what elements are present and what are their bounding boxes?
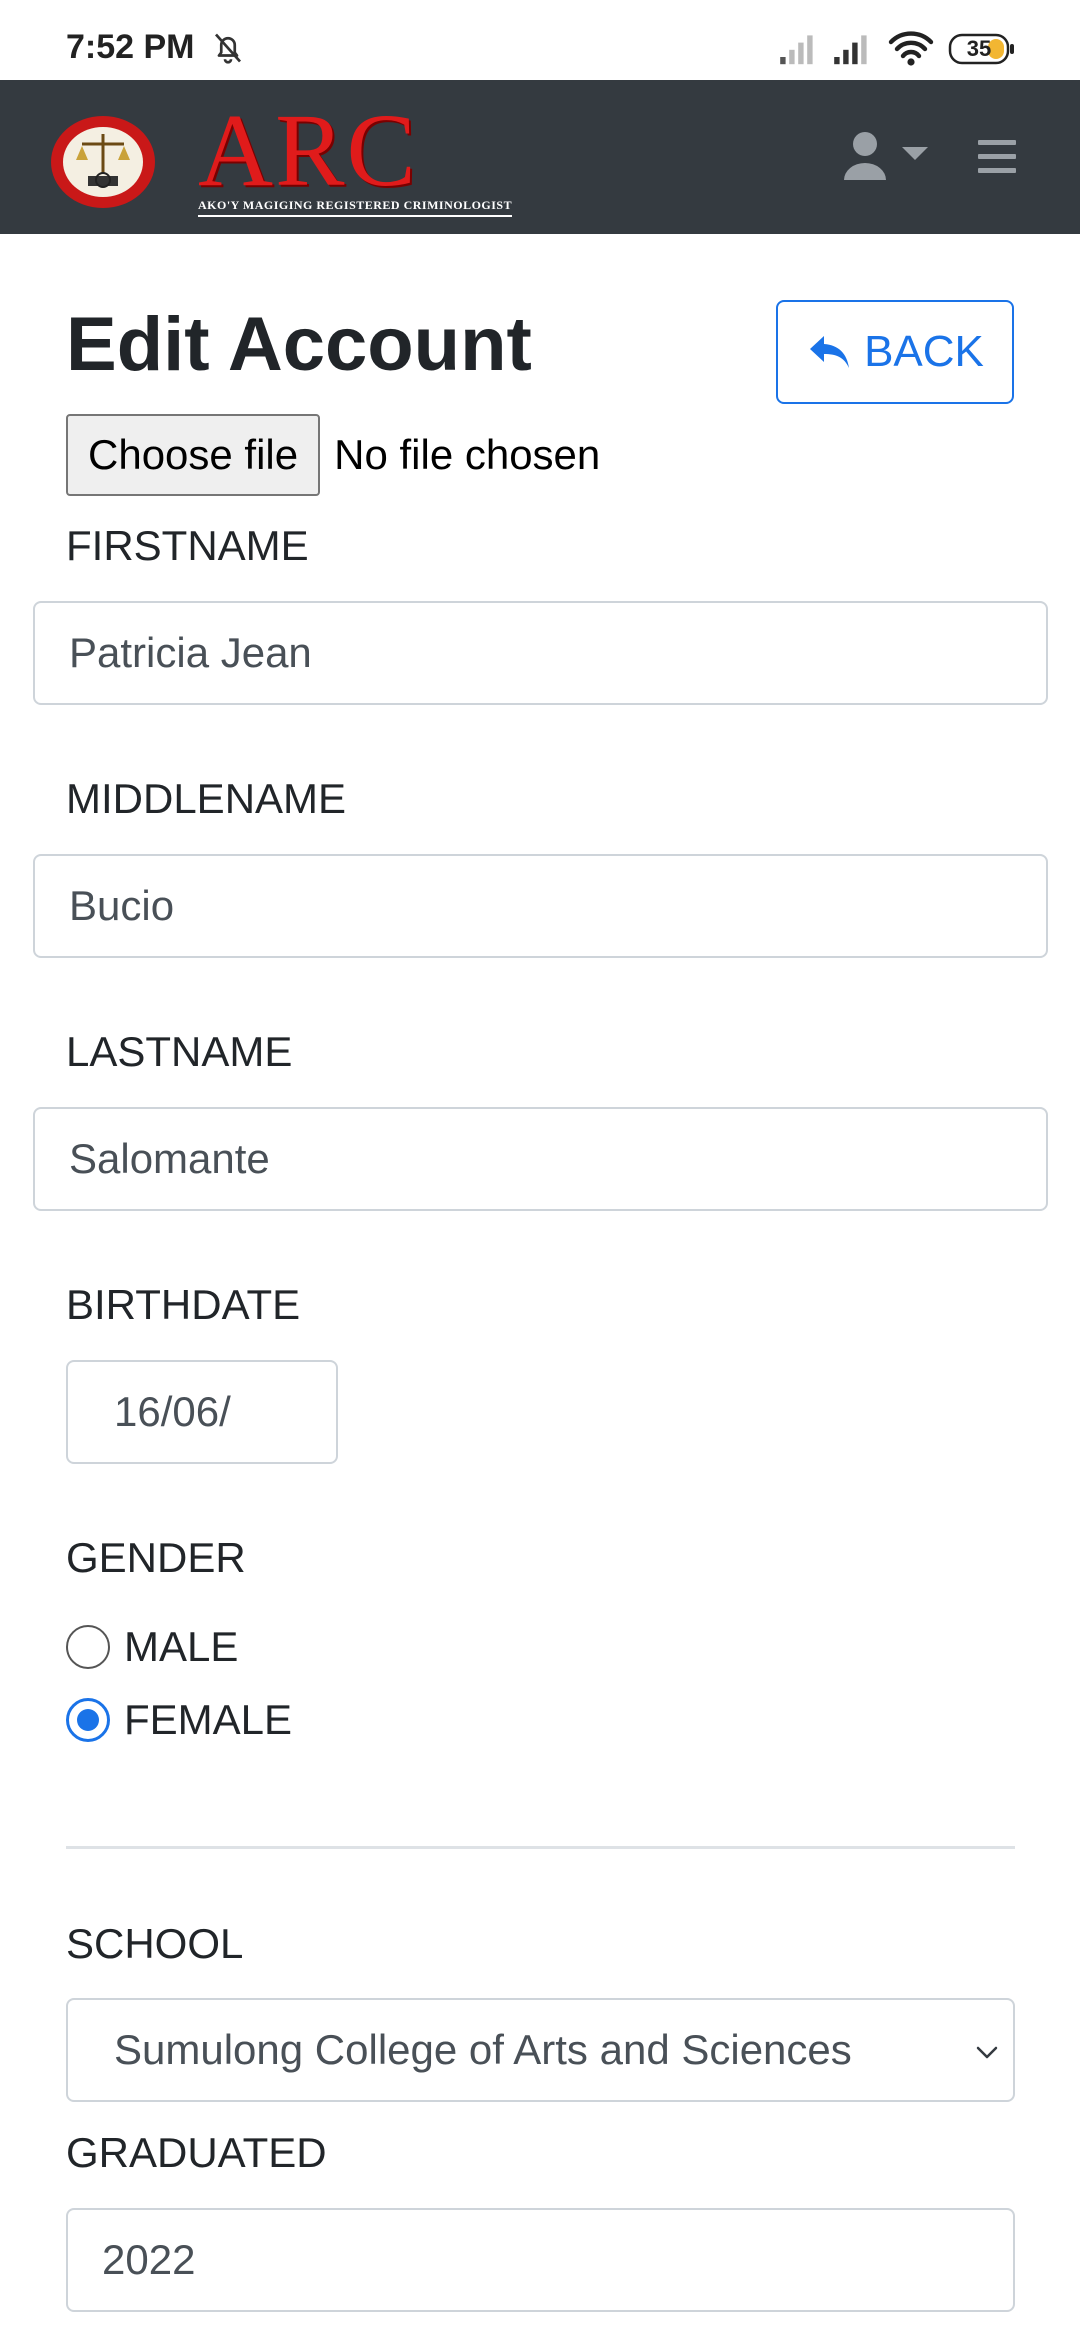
battery-level: 35: [966, 36, 992, 61]
signal-icon: [834, 35, 867, 65]
section-divider: [66, 1846, 1015, 1849]
firstname-label: FIRSTNAME: [66, 522, 309, 569]
navbar: ARC AKO'Y MAGIGING REGISTERED CRIMINOLOG…: [0, 80, 1080, 234]
school-selected-value: Sumulong College of Arts and Sciences: [114, 2026, 852, 2073]
wifi-icon: [888, 31, 934, 66]
bell-off-icon: [214, 33, 242, 64]
birthdate-label: BIRTHDATE: [66, 1281, 301, 1328]
reply-icon: [810, 336, 850, 368]
arc-logo[interactable]: ARC AKO'Y MAGIGING REGISTERED CRIMINOLOG…: [48, 96, 513, 217]
school-select[interactable]: Sumulong College of Arts and Sciences: [66, 1998, 1015, 2102]
status-bar: 7:52 PM 35: [0, 0, 1080, 80]
middlename-input[interactable]: Bucio: [33, 854, 1048, 958]
school-label: SCHOOL: [66, 1920, 244, 1967]
gender-option-female[interactable]: FEMALE: [66, 1696, 292, 1744]
lastname-label: LASTNAME: [66, 1028, 293, 1075]
graduated-label: GRADUATED: [66, 2129, 327, 2176]
male-radio[interactable]: [66, 1625, 110, 1669]
middlename-label: MIDDLENAME: [66, 775, 347, 822]
caret-down-icon: [902, 147, 928, 160]
back-label: BACK: [864, 327, 984, 376]
graduated-input[interactable]: 2022: [66, 2208, 1015, 2312]
male-label: MALE: [124, 1623, 239, 1670]
gender-label: GENDER: [66, 1534, 246, 1581]
logo-text: ARC: [198, 93, 418, 208]
gender-option-male[interactable]: MALE: [66, 1623, 238, 1671]
female-label: FEMALE: [124, 1696, 293, 1743]
back-button[interactable]: BACK: [776, 300, 1014, 404]
user-menu-toggle[interactable]: [842, 128, 934, 188]
choose-file-button[interactable]: Choose file: [66, 414, 321, 496]
status-time: 7:52 PM: [66, 28, 195, 66]
lastname-input[interactable]: Salomante: [33, 1107, 1048, 1211]
user-icon: [844, 132, 886, 180]
logo-tagline: AKO'Y MAGIGING REGISTERED CRIMINOLOGIST: [198, 198, 513, 217]
female-radio[interactable]: [66, 1698, 110, 1742]
file-input: Choose file No file chosen: [66, 414, 600, 496]
page-title: Edit Account: [66, 302, 532, 387]
signal-icon: [780, 35, 813, 65]
menu-icon[interactable]: [974, 134, 1020, 180]
chevron-down-icon: [976, 2046, 998, 2059]
seal-icon: [51, 116, 155, 208]
file-status: No file chosen: [334, 431, 601, 478]
firstname-input[interactable]: Patricia Jean: [33, 601, 1048, 705]
birthdate-input[interactable]: 16/06/: [66, 1360, 338, 1464]
